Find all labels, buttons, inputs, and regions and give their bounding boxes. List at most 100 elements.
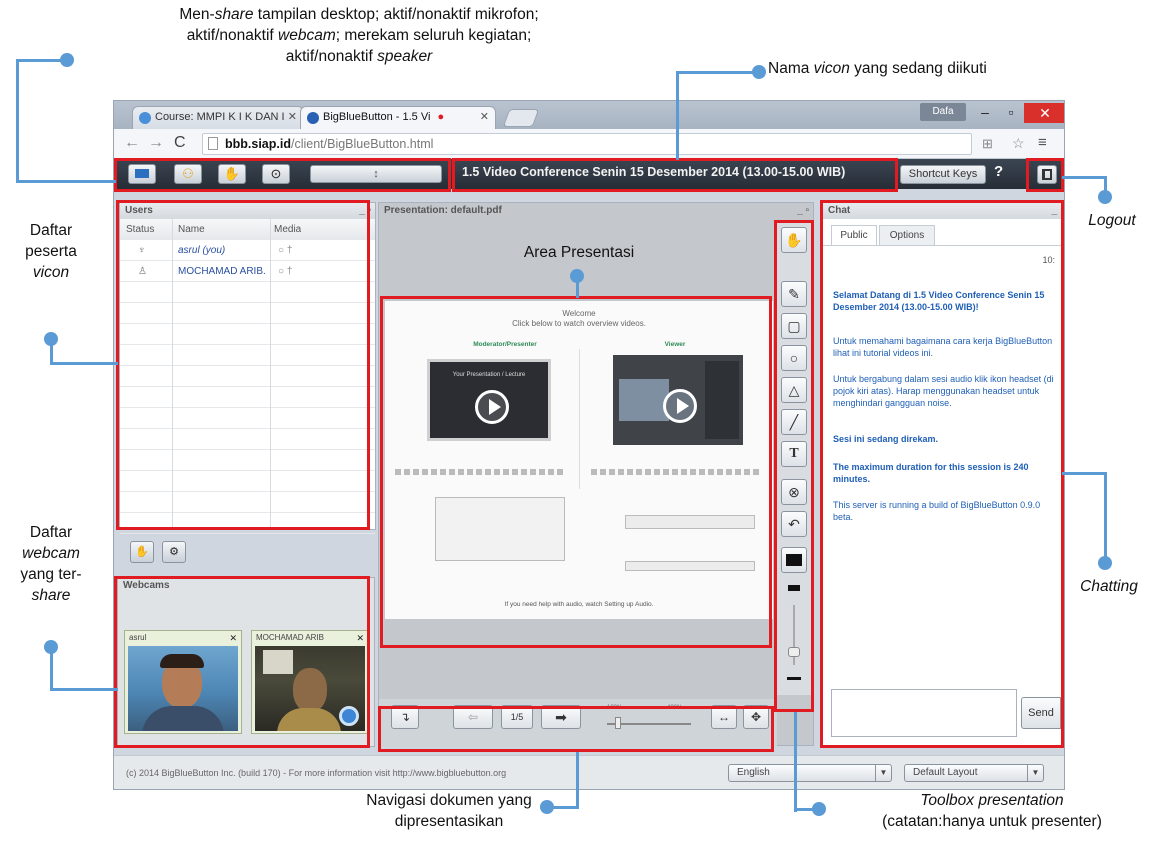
presentation-title: Presentation: default.pdf (384, 205, 502, 216)
language-select[interactable]: English ▼ (728, 764, 892, 782)
fit-width-icon[interactable]: ↔ (711, 705, 737, 729)
translate-icon[interactable]: ⊞ (982, 136, 993, 152)
previous-page-button[interactable]: ⇦ (453, 705, 493, 729)
play-icon[interactable] (663, 389, 697, 423)
tab-label: BigBlueButton - 1.5 Vi (323, 111, 431, 123)
pencil-icon[interactable]: ✎ (781, 281, 807, 307)
rectangle-icon[interactable]: ▢ (781, 313, 807, 339)
column-header[interactable]: Name (178, 219, 205, 240)
tab-options[interactable]: Options (879, 225, 935, 245)
undo-icon[interactable]: ↶ (781, 511, 807, 537)
stroke-thin-icon[interactable] (787, 677, 801, 680)
webcam-active-icon (339, 706, 359, 726)
maximize-icon[interactable]: ▫ (998, 101, 1024, 123)
empty-row (120, 513, 375, 534)
webcams-title: Webcams (123, 580, 170, 591)
column-header[interactable]: Status (126, 219, 154, 240)
play-icon[interactable] (475, 390, 509, 424)
clear-icon[interactable]: ⊗ (781, 479, 807, 505)
annotation-dot (1098, 190, 1112, 204)
close-icon[interactable]: ✕ (356, 631, 364, 645)
anno-text: Navigasi dokumen yang (366, 792, 532, 809)
stroke-slider-thumb[interactable] (788, 647, 800, 657)
stroke-width-icon[interactable] (788, 585, 800, 591)
help-button[interactable]: ? (994, 163, 1003, 180)
annotation-dot (752, 65, 766, 79)
pan-hand-icon[interactable]: ✋ (781, 227, 807, 253)
minimize-icon[interactable]: – (972, 101, 998, 123)
leader-line (50, 362, 118, 365)
layout-select[interactable]: Default Layout ▼ (904, 764, 1044, 782)
close-icon[interactable]: ✕ (229, 631, 237, 645)
text-tool-icon[interactable]: T (781, 441, 807, 467)
forward-icon[interactable]: → (148, 134, 164, 152)
fit-page-icon[interactable]: ✥ (743, 705, 769, 729)
webcam-feed[interactable]: asrul ✕ (124, 630, 242, 734)
recording-icon: ● (437, 111, 445, 123)
chat-message: Untuk bergabung dalam sesi audio klik ik… (833, 374, 1054, 408)
raise-hand-button[interactable]: ✋ (130, 541, 154, 563)
viewer-video-thumb[interactable] (613, 355, 743, 445)
slide-text-lines (395, 469, 565, 475)
copyright-text: (c) 2014 BigBlueButton Inc. (build 170) … (126, 768, 507, 778)
window-controls-icon[interactable]: ▫ (366, 578, 370, 594)
video-sidebar (705, 361, 739, 439)
anno-text: dipresentasikan (394, 813, 504, 830)
new-tab-button[interactable] (502, 109, 540, 127)
desktop-share-icon[interactable] (128, 164, 156, 184)
back-icon[interactable]: ← (124, 134, 140, 152)
overview-video-thumb[interactable]: Your Presentation / Lecture (427, 359, 551, 441)
column-header[interactable]: Media (274, 219, 301, 240)
annotation-toolbar: Men-share tampilan desktop; aktif/nonakt… (66, 4, 652, 67)
tab-course[interactable]: Course: MMPI K I K DAN I ✕ (132, 106, 304, 129)
window-controls-icon[interactable]: _ ▫ (359, 203, 371, 219)
profile-badge[interactable]: Dafa (920, 103, 966, 121)
presentation-toolbox: ✋ ✎ ▢ ○ △ ╱ T ⊗ ↶ (777, 221, 813, 695)
webcam-feed[interactable]: MOCHAMAD ARIB ✕ (251, 630, 369, 734)
annotation-presentation-area: Area Presentasi (523, 244, 635, 261)
window-controls-icon[interactable]: _ (1051, 203, 1057, 219)
zoom-slider-thumb[interactable] (615, 717, 621, 729)
chat-input[interactable] (831, 689, 1017, 737)
media-icons[interactable]: ○ † (278, 240, 292, 261)
hair-image (160, 654, 204, 668)
close-window-icon[interactable]: ✕ (1024, 103, 1064, 123)
ellipse-icon[interactable]: ○ (781, 345, 807, 371)
color-picker-icon[interactable] (781, 547, 807, 573)
shortcut-keys-button[interactable]: Shortcut Keys (900, 165, 986, 184)
table-row[interactable]: ♙ MOCHAMAD ARIB. ○ † (120, 261, 375, 282)
window-controls-icon[interactable]: _ ▫ (797, 203, 809, 219)
slide-subtitle: Click below to watch overview videos. (512, 319, 646, 328)
anno-text: Daftar (29, 222, 73, 239)
table-row[interactable]: ♆ asrul (you) ○ † (120, 240, 375, 261)
line-icon[interactable]: ╱ (781, 409, 807, 435)
browser-window: Course: MMPI K I K DAN I ✕ BigBlueButton… (113, 100, 1065, 790)
close-icon[interactable]: ✕ (480, 107, 489, 128)
presentation-slide[interactable]: Welcome Click below to watch overview vi… (385, 301, 773, 619)
video-screenshot (619, 379, 669, 421)
next-page-button[interactable]: ➡ (541, 705, 581, 729)
page-number-field[interactable]: 1/5 (501, 705, 533, 729)
column-divider (172, 219, 173, 529)
logout-button[interactable] (1037, 165, 1057, 184)
speaker-volume-control[interactable]: ↕ (310, 165, 442, 183)
menu-icon[interactable]: ≡ (1038, 134, 1047, 151)
close-icon[interactable]: ✕ (288, 107, 297, 128)
tab-bigbluebutton[interactable]: BigBlueButton - 1.5 Vi ● ✕ (300, 106, 496, 129)
url-field[interactable]: bbb.siap.id/client/BigBlueButton.html (202, 133, 972, 155)
star-icon[interactable]: ☆ (1012, 135, 1025, 152)
settings-button[interactable]: ⚙ (162, 541, 186, 563)
webcams-panel: Webcams ▫ asrul ✕ MOCHAMAD ARIB ✕ (117, 577, 375, 747)
microphone-icon[interactable]: ⚇ (174, 164, 202, 184)
reload-icon[interactable]: C (174, 134, 186, 152)
media-icons[interactable]: ○ † (278, 261, 292, 282)
triangle-icon[interactable]: △ (781, 377, 807, 403)
send-button[interactable]: Send (1021, 697, 1061, 729)
anno-text: aktif/nonaktif (285, 48, 378, 65)
webcam-icon[interactable]: ✋ (218, 164, 246, 184)
record-icon[interactable]: ⊙ (262, 164, 290, 184)
shoulders-image (142, 706, 224, 731)
tab-public[interactable]: Public (831, 225, 877, 245)
upload-icon[interactable]: ↴ (391, 705, 419, 729)
shoulders-image (277, 708, 341, 731)
